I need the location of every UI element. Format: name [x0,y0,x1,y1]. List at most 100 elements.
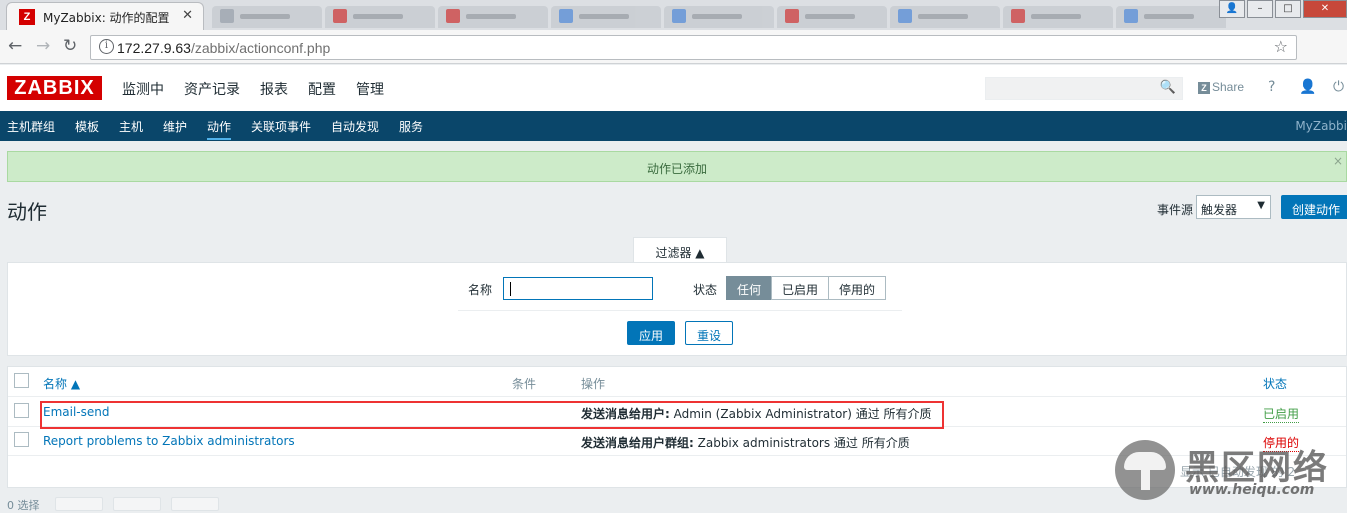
window-close-icon[interactable]: ✕ [1303,0,1347,18]
zabbix-favicon-icon: Z [19,9,35,25]
browser-tab-active[interactable]: Z MyZabbix: 动作的配置 ✕ [6,2,204,30]
reset-button[interactable]: 重设 [685,321,733,345]
browser-tab[interactable] [325,6,435,28]
mass-action-button[interactable] [55,497,103,511]
site-info-icon[interactable]: i [99,39,114,54]
browser-tab[interactable] [1003,6,1113,28]
select-all-checkbox[interactable] [14,373,29,388]
selected-count: 0 选择 [7,497,40,513]
tab-title-blurred [240,14,290,19]
tab-favicon-icon [220,9,234,23]
filter-name-input[interactable] [503,277,653,300]
event-source-select[interactable]: 触发器 ▼ [1196,195,1271,219]
tab-title-blurred [805,14,855,19]
menu-administration[interactable]: 管理 [356,79,384,99]
menu-reports[interactable]: 报表 [260,79,288,99]
filter-status-label: 状态 [693,283,718,297]
submenu-maintenance[interactable]: 维护 [163,118,187,135]
share-link[interactable]: Z Share [1198,80,1244,94]
event-source-label: 事件源 [1157,203,1194,217]
message-close-icon[interactable]: × [1333,154,1343,168]
tab-title-blurred [466,14,516,19]
url-host: 172.27.9.63 [117,40,191,56]
column-header-operations: 操作 [581,377,606,391]
submenu-templates[interactable]: 模板 [75,118,99,135]
back-arrow-icon[interactable]: ← [8,36,22,56]
column-header-status[interactable]: 状态 [1263,375,1287,392]
browser-tab-title: MyZabbix: 动作的配置 [43,11,170,25]
filter-tab[interactable]: 过滤器 ▲ [633,237,727,263]
tab-title-blurred [1031,14,1081,19]
submenu-actions[interactable]: 动作 [207,118,232,140]
submenu-services[interactable]: 服务 [399,118,423,135]
status-toggle-enabled[interactable]: 已启用 [1263,405,1300,423]
user-icon[interactable]: 👤 [1219,0,1245,18]
zabbix-header: ZABBIX 监测中 资产记录 报表 配置 管理 🔍 Z Share ? 👤 ⏻ [0,65,1347,111]
row-checkbox[interactable] [14,432,29,447]
tab-favicon-icon [785,9,799,23]
address-bar[interactable]: i 172.27.9.63/zabbix/actionconf.php ☆ [90,35,1297,60]
apply-button[interactable]: 应用 [627,321,675,345]
browser-toolbar: ← → ↻ i 172.27.9.63/zabbix/actionconf.ph… [0,30,1347,84]
row-divider [8,396,1346,397]
minimize-icon[interactable]: – [1247,0,1273,18]
browser-tab-strip: Z MyZabbix: 动作的配置 ✕ 👤 – □ ✕ [0,0,1347,30]
text-caret [510,282,511,296]
tab-close-icon[interactable]: ✕ [182,8,193,23]
search-icon[interactable]: 🔍 [1160,80,1176,95]
reload-icon[interactable]: ↻ [63,36,77,56]
red-highlight-box [40,401,944,429]
menu-configuration[interactable]: 配置 [308,79,336,99]
action-name-link[interactable]: Report problems to Zabbix administrators [43,434,295,448]
submenu-correlation[interactable]: 关联项事件 [251,118,311,135]
tab-favicon-icon [333,9,347,23]
bookmark-star-icon[interactable]: ☆ [1274,37,1288,56]
tab-favicon-icon [898,9,912,23]
browser-tab[interactable] [438,6,548,28]
help-icon[interactable]: ? [1268,79,1275,95]
url-path: /zabbix/actionconf.php [190,40,331,56]
submenu-hosts[interactable]: 主机 [119,118,143,135]
action-operation: 发送消息给用户群组: Zabbix administrators 通过 所有介质 [581,434,910,451]
status-option-disabled[interactable]: 停用的 [828,276,887,300]
logout-icon[interactable]: ⏻ [1333,79,1344,95]
browser-tab[interactable] [777,6,887,28]
watermark-url: www.heiqu.com [1189,482,1315,498]
tab-favicon-icon [1011,9,1025,23]
filter-divider [458,310,902,311]
browser-tab[interactable] [551,6,661,28]
maximize-icon[interactable]: □ [1275,0,1301,18]
tab-title-blurred [1144,14,1194,19]
watermark-logo-icon [1115,440,1175,500]
selected-count-text: 0 选择 [7,499,40,512]
browser-tab[interactable] [890,6,1000,28]
zabbix-logo[interactable]: ZABBIX [7,76,102,100]
page-title: 动作 [7,200,47,224]
share-label: Share [1212,80,1245,94]
browser-tab[interactable] [1116,6,1226,28]
menu-monitoring[interactable]: 监测中 [122,79,164,99]
browser-tab[interactable] [212,6,322,28]
column-header-name[interactable]: 名称 ▲ [43,375,80,392]
status-option-any[interactable]: 任何 [726,276,773,300]
mass-action-button[interactable] [171,497,219,511]
menu-inventory[interactable]: 资产记录 [184,79,240,99]
search-input[interactable]: 🔍 [985,77,1183,100]
dropdown-arrow-icon: ▼ [1257,200,1265,211]
success-message: 动作已添加 × [7,151,1347,182]
watermark: 黑区网络 www.heiqu.com [1115,437,1347,507]
sub-menu: 主机群组 模板 主机 维护 动作 关联项事件 自动发现 服务 MyZabbi [0,111,1347,141]
submenu-host-groups[interactable]: 主机群组 [7,118,55,135]
create-action-button[interactable]: 创建动作 [1281,195,1347,219]
tab-favicon-icon [446,9,460,23]
row-checkbox[interactable] [14,403,29,418]
operation-detail: Zabbix administrators 通过 所有介质 [693,436,910,450]
profile-icon[interactable]: 👤 [1299,79,1316,95]
browser-tab[interactable] [664,6,774,28]
server-name: MyZabbi [1295,119,1347,133]
mass-action-button[interactable] [113,497,161,511]
status-option-enabled[interactable]: 已启用 [771,276,830,300]
forward-arrow-icon[interactable]: → [36,36,50,56]
submenu-discovery[interactable]: 自动发现 [331,118,379,135]
tab-favicon-icon [672,9,686,23]
